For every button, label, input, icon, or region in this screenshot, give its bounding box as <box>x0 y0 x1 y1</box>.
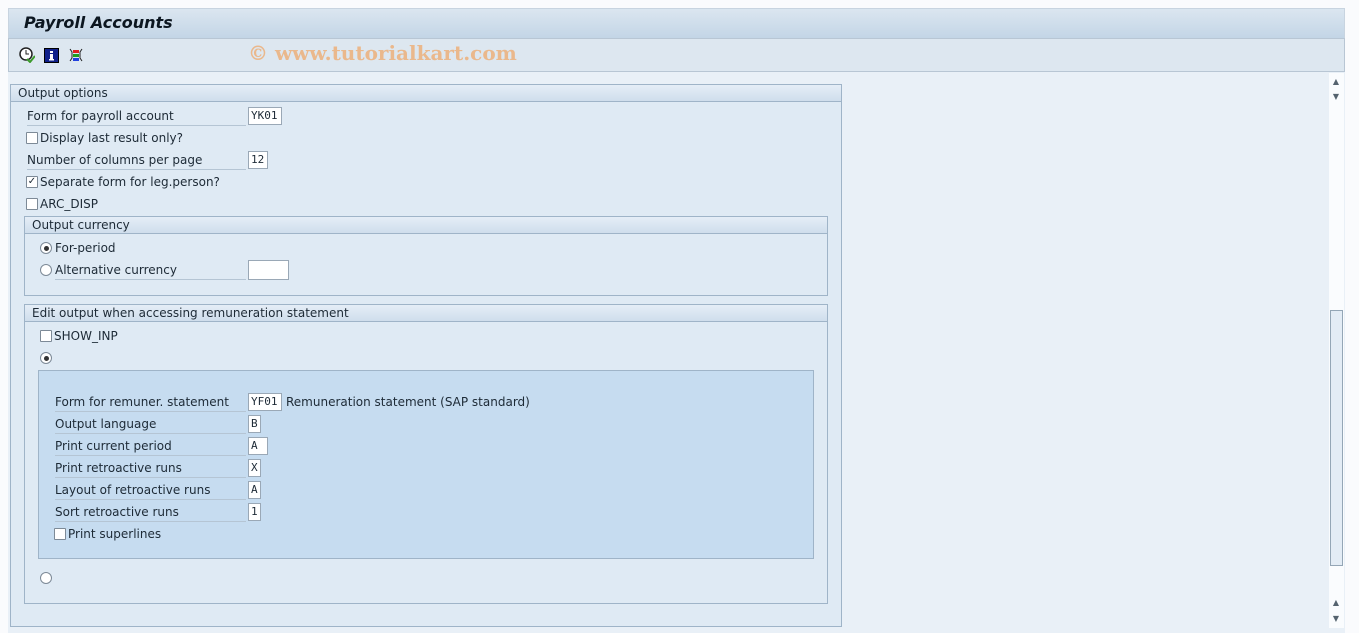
print-superlines-checkbox[interactable] <box>54 528 66 540</box>
group-header: Output currency <box>25 217 827 234</box>
print-current-period-label: Print current period <box>55 437 246 456</box>
output-language-input[interactable]: B <box>248 415 261 433</box>
last-result-checkbox[interactable] <box>26 132 38 144</box>
execute-icon[interactable] <box>18 46 36 64</box>
print-current-period-input[interactable]: A <box>248 437 268 455</box>
show-inp-checkbox[interactable] <box>40 330 52 342</box>
form-label: Form for payroll account <box>27 107 246 126</box>
watermark: © www.tutorialkart.com <box>248 41 517 65</box>
page-down-icon[interactable]: ▼ <box>1329 611 1343 625</box>
alternative-currency-input[interactable] <box>248 260 289 280</box>
scroll-thumb[interactable] <box>1330 310 1343 566</box>
page-up-icon[interactable]: ▲ <box>1329 595 1343 609</box>
option-radio-2[interactable] <box>40 572 52 584</box>
print-superlines-label: Print superlines <box>68 527 162 541</box>
output-language-label: Output language <box>55 415 246 434</box>
print-retroactive-input[interactable]: X <box>248 459 261 477</box>
alternative-currency-label: Alternative currency <box>55 261 246 280</box>
scroll-up-icon[interactable]: ▲ <box>1329 74 1343 88</box>
for-period-radio[interactable] <box>40 242 52 254</box>
output-currency-group: Output currency <box>24 216 828 296</box>
variant-icon[interactable] <box>67 46 85 64</box>
alternative-currency-radio[interactable] <box>40 264 52 276</box>
columns-label: Number of columns per page <box>27 151 246 170</box>
group-header: Output options <box>11 85 841 102</box>
checkmark-icon: ✓ <box>27 176 37 187</box>
separate-form-checkbox[interactable]: ✓ <box>26 176 38 188</box>
remuner-form-description: Remuneration statement (SAP standard) <box>286 395 530 409</box>
sort-retroactive-input[interactable]: 1 <box>248 503 261 521</box>
remuner-form-input[interactable]: YF01 <box>248 393 282 411</box>
option-radio-1[interactable] <box>40 352 52 364</box>
for-period-label: For-period <box>55 241 116 255</box>
print-retroactive-label: Print retroactive runs <box>55 459 246 478</box>
last-result-label: Display last result only? <box>40 131 184 145</box>
arc-disp-label: ARC_DISP <box>40 197 98 211</box>
title-bar: Payroll Accounts <box>8 8 1345 38</box>
toolbar: © www.tutorialkart.com <box>8 38 1345 72</box>
layout-retroactive-input[interactable]: A <box>248 481 261 499</box>
group-header: Edit output when accessing remuneration … <box>25 305 827 322</box>
info-icon[interactable] <box>42 46 60 64</box>
form-input[interactable]: YK01 <box>248 107 282 125</box>
vertical-scrollbar[interactable]: ▲ ▼ ▲ ▼ <box>1329 73 1344 628</box>
columns-input[interactable]: 12 <box>248 151 268 169</box>
layout-retroactive-label: Layout of retroactive runs <box>55 481 246 500</box>
remuner-form-label: Form for remuner. statement <box>55 393 246 412</box>
show-inp-label: SHOW_INP <box>54 329 118 343</box>
arc-disp-checkbox[interactable] <box>26 198 38 210</box>
sort-retroactive-label: Sort retroactive runs <box>55 503 246 522</box>
scroll-down-icon[interactable]: ▼ <box>1329 89 1343 103</box>
page-title: Payroll Accounts <box>24 13 173 32</box>
separate-form-label: Separate form for leg.person? <box>40 175 220 189</box>
